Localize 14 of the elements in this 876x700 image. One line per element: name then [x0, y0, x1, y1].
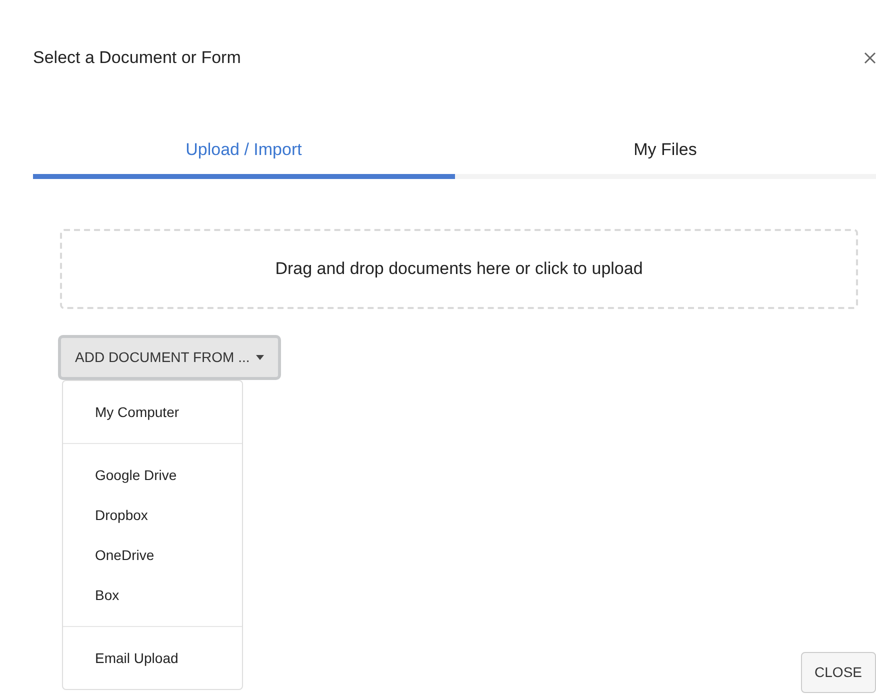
menu-item[interactable]: Google Drive — [63, 455, 242, 495]
upload-dropzone[interactable]: Drag and drop documents here or click to upload — [60, 229, 858, 309]
menu-item[interactable]: OneDrive — [63, 535, 242, 575]
close-button[interactable]: CLOSE — [800, 652, 876, 693]
menu-item[interactable]: My Computer — [63, 392, 242, 432]
menu-item[interactable]: Email Upload — [63, 638, 242, 678]
dialog-title: Select a Document or Form — [33, 47, 241, 69]
add-document-button[interactable]: ADD DOCUMENT FROM ... — [58, 335, 281, 380]
menu-item[interactable]: Dropbox — [63, 495, 242, 535]
tab[interactable]: Upload / Import — [33, 136, 454, 179]
tab[interactable]: My Files — [454, 136, 876, 179]
caret-icon — [256, 355, 264, 360]
close-icon[interactable] — [864, 50, 876, 65]
menu-item[interactable]: Box — [63, 575, 242, 615]
